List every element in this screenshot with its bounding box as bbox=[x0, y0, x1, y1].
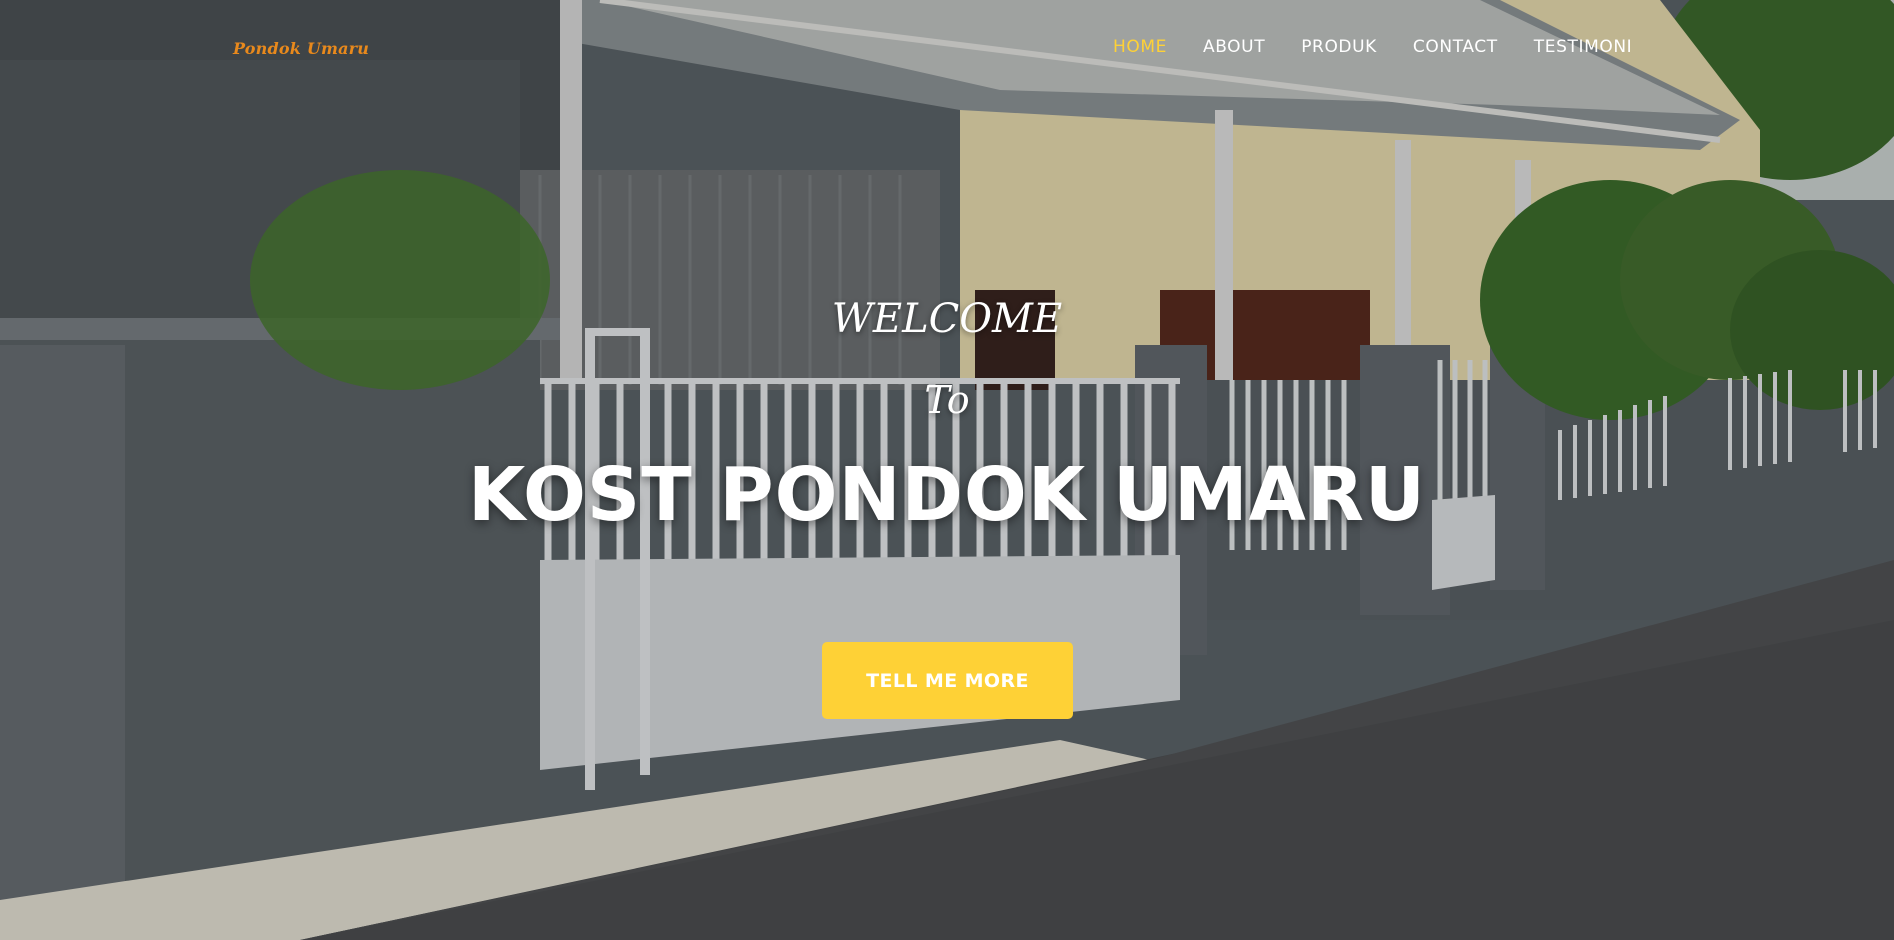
hero-to-text: To bbox=[924, 378, 970, 422]
hero-section: WELCOME To KOST PONDOK UMARU TELL ME MOR… bbox=[0, 0, 1894, 940]
hero-headline: KOST PONDOK UMARU bbox=[467, 452, 1427, 538]
tell-me-more-button[interactable]: TELL ME MORE bbox=[822, 642, 1073, 719]
hero-welcome-text: WELCOME bbox=[831, 296, 1063, 342]
